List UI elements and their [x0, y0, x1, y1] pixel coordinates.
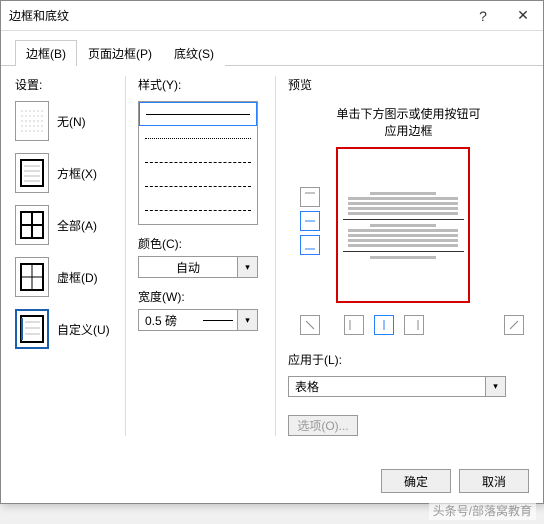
setting-all[interactable]: 全部(A): [15, 205, 115, 245]
chevron-down-icon: ▾: [237, 257, 257, 277]
color-label: 颜色(C):: [138, 235, 265, 252]
width-sample-line: [203, 320, 233, 321]
preview-hint: 单击下方图示或使用按钮可应用边框: [288, 105, 529, 139]
border-diag-down-button[interactable]: [300, 315, 320, 335]
tab-bar: 边框(B) 页面边框(P) 底纹(S): [1, 31, 543, 66]
style-listbox[interactable]: [138, 101, 258, 225]
setting-all-label: 全部(A): [57, 217, 97, 234]
border-right-button[interactable]: [404, 315, 424, 335]
preview-document[interactable]: [336, 147, 470, 303]
border-hmid-button[interactable]: [300, 211, 320, 231]
tab-border[interactable]: 边框(B): [15, 40, 77, 66]
options-button[interactable]: 选项(O)...: [288, 415, 358, 436]
border-left-button[interactable]: [344, 315, 364, 335]
help-button[interactable]: ?: [463, 1, 503, 31]
style-solid[interactable]: [139, 102, 257, 126]
width-combo[interactable]: 0.5 磅 ▾: [138, 309, 258, 331]
settings-label: 设置:: [15, 76, 115, 93]
ok-button[interactable]: 确定: [381, 469, 451, 493]
style-dashed3[interactable]: [139, 174, 257, 198]
setting-none-label: 无(N): [57, 113, 86, 130]
setting-custom-label: 自定义(U): [57, 321, 110, 338]
none-icon: [15, 101, 49, 141]
border-diag-up-button[interactable]: [504, 315, 524, 335]
close-button[interactable]: ✕: [503, 1, 543, 31]
apply-label: 应用于(L):: [288, 351, 529, 368]
watermark: 头条号/部落窝教育: [429, 501, 536, 520]
chevron-down-icon: ▾: [237, 310, 257, 330]
setting-grid-label: 虚框(D): [57, 269, 98, 286]
cancel-button[interactable]: 取消: [459, 469, 529, 493]
style-dashed4[interactable]: [139, 198, 257, 222]
setting-grid[interactable]: 虚框(D): [15, 257, 115, 297]
grid-icon: [15, 257, 49, 297]
style-dashed1[interactable]: [139, 126, 257, 150]
color-value: 自动: [139, 259, 237, 276]
setting-custom[interactable]: 自定义(U): [15, 309, 115, 349]
border-bottom-button[interactable]: [300, 235, 320, 255]
chevron-down-icon: ▾: [485, 377, 505, 396]
borders-shading-dialog: 边框和底纹 ? ✕ 边框(B) 页面边框(P) 底纹(S) 设置: 无(N) 方…: [0, 0, 544, 504]
setting-box-label: 方框(X): [57, 165, 97, 182]
custom-icon: [15, 309, 49, 349]
width-label: 宽度(W):: [138, 288, 265, 305]
border-top-button[interactable]: [300, 187, 320, 207]
setting-box[interactable]: 方框(X): [15, 153, 115, 193]
dialog-title: 边框和底纹: [9, 7, 69, 24]
apply-combo[interactable]: 表格 ▾: [288, 376, 506, 397]
box-icon: [15, 153, 49, 193]
preview-area: [324, 147, 524, 309]
width-value: 0.5 磅: [139, 312, 203, 329]
tab-shading[interactable]: 底纹(S): [163, 40, 225, 66]
style-label: 样式(Y):: [138, 76, 265, 93]
tab-page-border[interactable]: 页面边框(P): [77, 40, 163, 66]
border-vmid-button[interactable]: [374, 315, 394, 335]
color-combo[interactable]: 自动 ▾: [138, 256, 258, 278]
all-icon: [15, 205, 49, 245]
setting-none[interactable]: 无(N): [15, 101, 115, 141]
style-dashed2[interactable]: [139, 150, 257, 174]
apply-value: 表格: [289, 378, 485, 395]
preview-label: 预览: [288, 76, 529, 93]
titlebar: 边框和底纹 ? ✕: [1, 1, 543, 31]
